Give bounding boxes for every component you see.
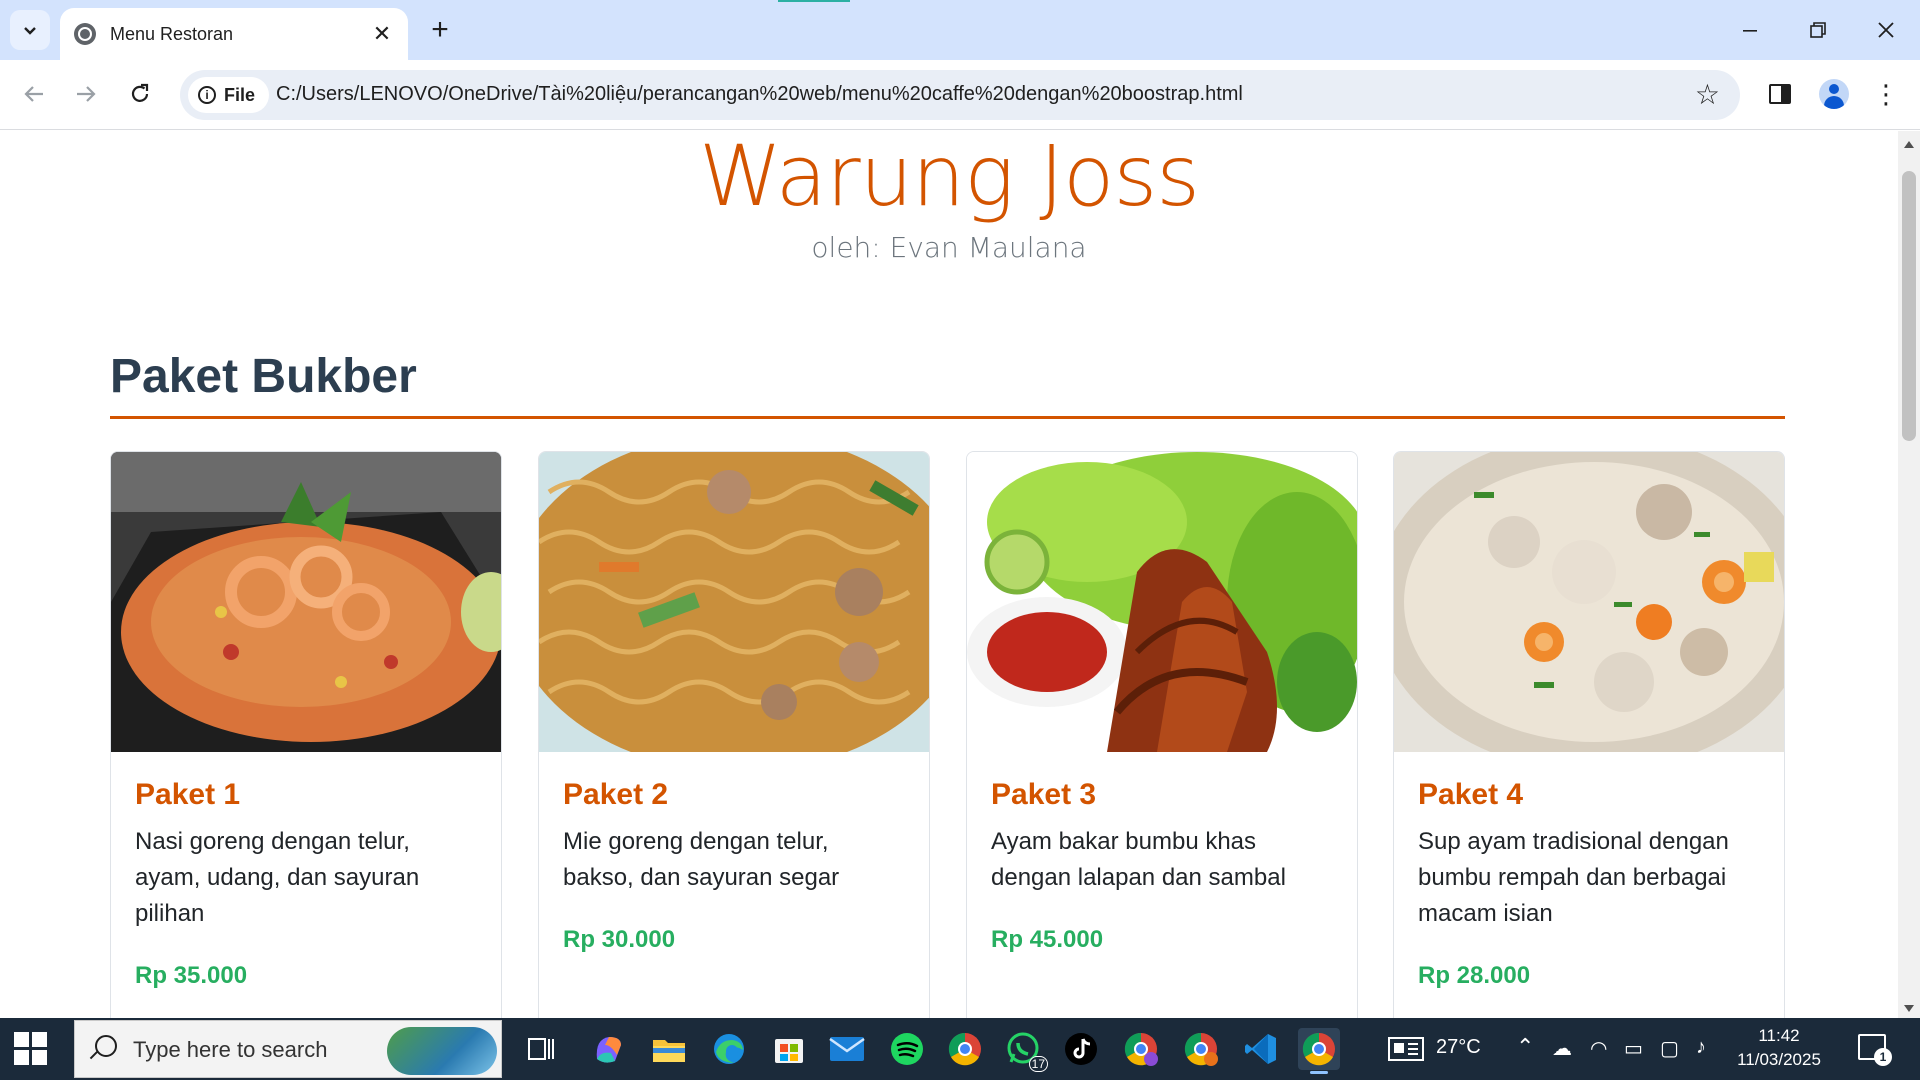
plus-icon: + [431,13,449,46]
microsoft-store-icon[interactable] [768,1028,810,1070]
edge-icon[interactable] [708,1028,750,1070]
search-highlight-image [387,1027,497,1075]
taskbar: Type here to search 17 27°C ⌃ ☁ ◠ ▭ ▢ ♪ … [0,1018,1920,1080]
info-icon: i [198,86,216,104]
close-icon[interactable]: ✕ [370,21,394,46]
side-panel-button[interactable] [1760,74,1800,114]
card-description: Ayam bakar bumbu khas dengan lalapan dan… [991,828,1286,891]
meet-icon[interactable]: ▢ [1660,1036,1679,1061]
restore-icon [1810,22,1826,38]
window-close-button[interactable] [1852,0,1920,60]
volume-icon[interactable]: ♪ [1696,1036,1706,1059]
window-close-icon [1878,22,1894,38]
grilled-chicken-sambal-photo [967,452,1357,752]
onedrive-icon[interactable]: ☁ [1552,1036,1572,1061]
card-price: Rp 45.000 [991,926,1104,953]
section-title: Paket Bukber [110,350,417,403]
section-divider [110,416,1785,419]
menu-card-1[interactable]: Paket 1 Nasi goreng dengan telur, ayam, … [110,451,502,1018]
card-price: Rp 28.000 [1418,962,1531,989]
clock-time: 11:42 [1758,1026,1800,1045]
scroll-down-arrow-icon[interactable] [1904,1005,1914,1012]
more-menu-button[interactable]: ⋮ [1866,74,1906,114]
whatsapp-unread-badge: 17 [1028,1056,1048,1072]
star-icon[interactable]: ☆ [1695,80,1720,110]
whatsapp-icon[interactable]: 17 [1002,1028,1048,1072]
url-text[interactable]: C:/Users/LENOVO/OneDrive/Tài%20liệu/pera… [276,83,1243,106]
windows-start-icon[interactable] [14,1032,48,1066]
profile-button[interactable] [1814,74,1854,114]
side-panel-icon [1769,84,1791,104]
back-button[interactable] [14,74,54,114]
back-icon [24,86,43,102]
notification-center-icon[interactable]: 1 [1858,1034,1892,1066]
browser-tab[interactable]: Menu Restoran ✕ [60,8,408,60]
scroll-thumb[interactable] [1902,171,1916,441]
tab-strip: Menu Restoran ✕ + [0,0,1920,60]
chevron-up-icon[interactable]: ⌃ [1516,1034,1534,1060]
card-description: Mie goreng dengan telur, bakso, dan sayu… [563,828,840,891]
more-icon: ⋮ [1873,79,1899,109]
card-title: Paket 1 [135,778,241,811]
clock-date: 11/03/2025 [1737,1050,1821,1069]
notification-count: 1 [1874,1048,1892,1066]
fried-rice-shrimp-photo [111,452,501,752]
menu-card-3[interactable]: Paket 3 Ayam bakar bumbu khas dengan lal… [966,451,1358,1018]
page-subtitle: oleh: Evan Maulana [811,231,1087,264]
reload-button[interactable] [120,74,160,114]
chrome-profile-icon[interactable] [1120,1028,1162,1070]
copilot-icon[interactable] [588,1028,630,1070]
globe-icon [74,23,96,45]
search-icon [95,1035,117,1057]
new-tab-button[interactable]: + [424,13,456,46]
tiktok-icon[interactable] [1060,1028,1102,1070]
address-bar[interactable]: i File C:/Users/LENOVO/OneDrive/Tài%20li… [180,70,1740,120]
fried-noodles-meatball-photo [539,452,929,752]
card-title: Paket 3 [991,778,1097,811]
news-widget-icon[interactable] [1386,1028,1426,1070]
vertical-scrollbar[interactable] [1898,131,1920,1018]
search-placeholder: Type here to search [133,1037,328,1062]
reload-icon [131,83,149,102]
card-title: Paket 4 [1418,778,1524,811]
restore-button[interactable] [1784,0,1852,60]
system-clock[interactable]: 11:42 11/03/2025 [1734,1024,1824,1072]
card-description: Sup ayam tradisional dengan bumbu rempah… [1418,828,1729,927]
card-price: Rp 35.000 [135,962,248,989]
spotify-icon[interactable] [886,1028,928,1070]
card-price: Rp 30.000 [563,926,676,953]
chrome-active-icon[interactable] [1298,1028,1340,1074]
page-viewport: Warung Joss oleh: Evan Maulana Paket Buk… [0,131,1898,1018]
forward-icon [77,86,96,102]
scroll-up-arrow-icon[interactable] [1904,141,1914,148]
card-title: Paket 2 [563,778,669,811]
loading-indicator [778,0,850,2]
weather-temperature[interactable]: 27°C [1436,1036,1481,1059]
site-info-chip[interactable]: i File [188,77,270,113]
task-view-icon[interactable] [520,1028,562,1070]
tab-title: Menu Restoran [110,23,234,44]
minimize-button[interactable] [1716,0,1784,60]
profile-icon [1819,79,1849,109]
browser-toolbar: i File C:/Users/LENOVO/OneDrive/Tài%20li… [0,60,1920,130]
wifi-icon[interactable]: ◠ [1590,1036,1607,1061]
minimize-icon [1743,30,1757,32]
battery-icon[interactable]: ▭ [1624,1036,1643,1061]
chevron-down-icon [24,27,36,35]
tab-search-button[interactable] [10,10,50,50]
forward-button[interactable] [66,74,106,114]
chrome-profile-icon[interactable] [1180,1028,1222,1070]
page-title: Warung Joss [699,131,1200,225]
site-info-label: File [224,84,256,105]
menu-card-2[interactable]: Paket 2 Mie goreng dengan telur, bakso, … [538,451,930,1018]
chrome-icon[interactable] [944,1028,986,1070]
mail-icon[interactable] [826,1028,868,1070]
vscode-icon[interactable] [1240,1028,1282,1070]
chicken-soup-photo [1394,452,1784,752]
menu-card-4[interactable]: Paket 4 Sup ayam tradisional dengan bumb… [1393,451,1785,1018]
file-explorer-icon[interactable] [648,1028,690,1070]
card-description: Nasi goreng dengan telur, ayam, udang, d… [135,828,420,927]
taskbar-search[interactable]: Type here to search [74,1020,502,1078]
